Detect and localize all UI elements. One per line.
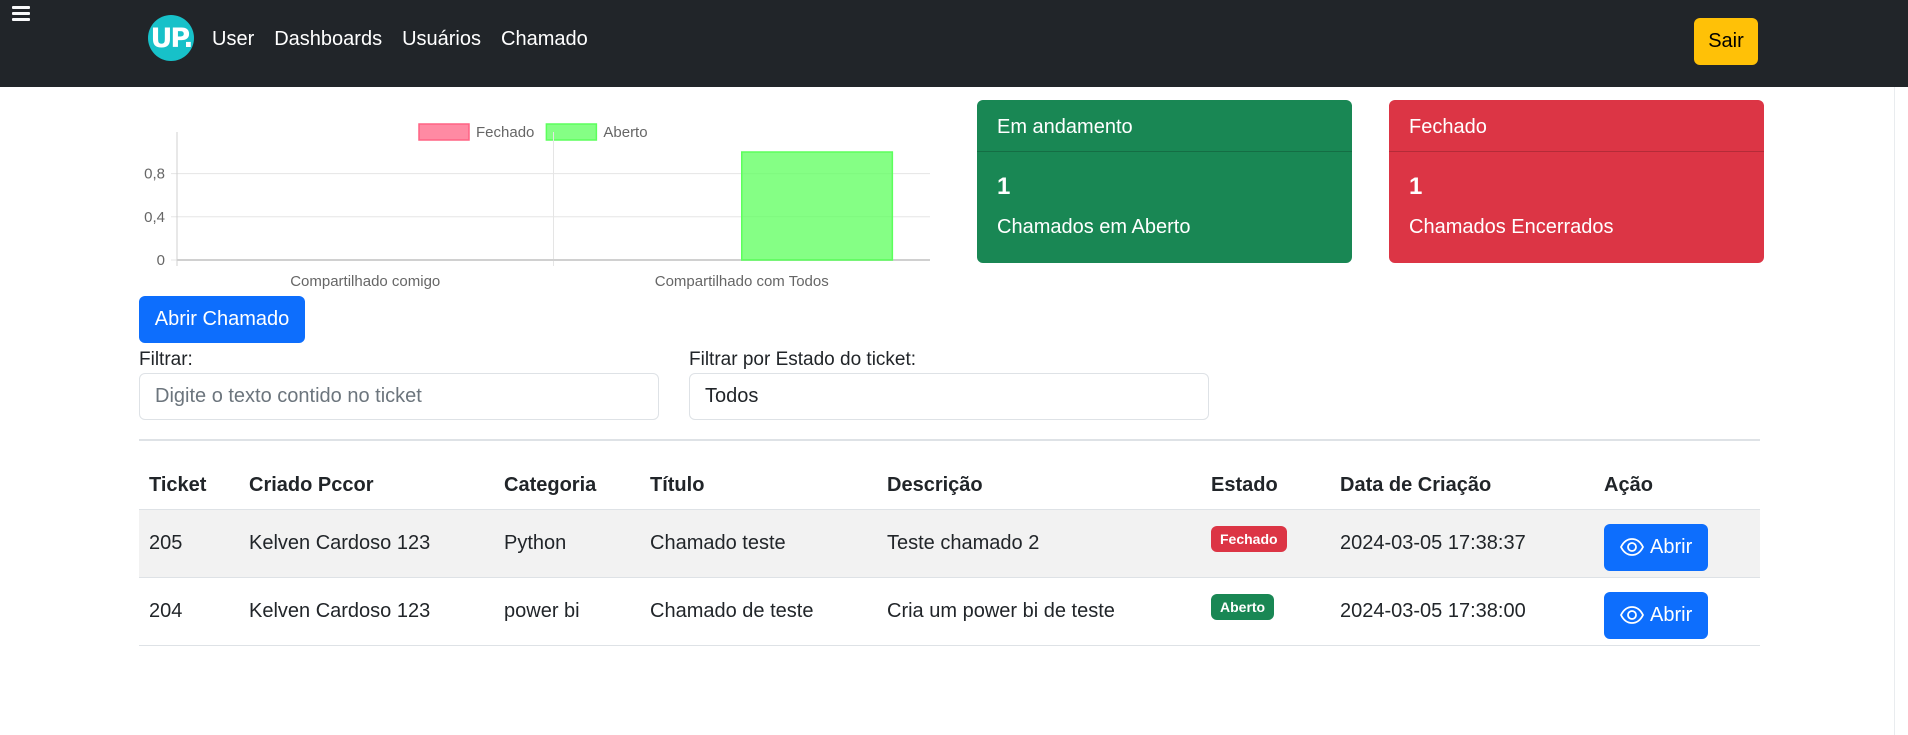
hamburger-menu-icon[interactable] xyxy=(12,6,30,24)
logout-button[interactable]: Sair xyxy=(1694,18,1758,65)
cell-created-by: Kelven Cardoso 123 xyxy=(239,577,494,646)
top-navbar: UP. User Dashboards Usuários Chamado Sai… xyxy=(0,0,1908,87)
th-date[interactable]: Data de Criação xyxy=(1330,463,1594,510)
chart-legend: Fechado Aberto xyxy=(418,123,648,141)
legend-swatch-0[interactable] xyxy=(418,123,470,141)
page-scrollbar[interactable] xyxy=(1894,87,1908,735)
nav-link-dashboards[interactable]: Dashboards xyxy=(274,28,382,51)
th-action: Ação xyxy=(1594,463,1760,510)
open-button-label: Abrir xyxy=(1650,603,1693,626)
y-tick-label-0: 0 xyxy=(157,252,165,269)
nav-link-usuarios[interactable]: Usuários xyxy=(402,28,481,51)
state-filter-value: Todos xyxy=(705,385,759,407)
legend-label-0[interactable]: Fechado xyxy=(476,124,534,141)
cell-description: Teste chamado 2 xyxy=(877,509,1201,578)
th-state[interactable]: Estado xyxy=(1201,463,1330,510)
state-filter-label: Filtrar por Estado do ticket: xyxy=(689,349,917,370)
cell-description: Cria um power bi de teste xyxy=(877,577,1201,646)
nav-link-user[interactable]: User xyxy=(212,28,254,51)
chart-labels: Compartilhado comigo Compartilhado com To… xyxy=(290,273,829,290)
bar-1-1[interactable] xyxy=(741,151,894,261)
card-in-progress-title: Em andamento xyxy=(977,100,1352,152)
cell-date: 2024-03-05 17:38:37 xyxy=(1330,509,1594,578)
card-closed-title: Fechado xyxy=(1389,100,1764,152)
th-description[interactable]: Descrição xyxy=(877,463,1201,510)
cell-date: 2024-03-05 17:38:00 xyxy=(1330,577,1594,646)
card-closed-text: Chamados Encerrados xyxy=(1409,216,1614,238)
cell-state: Fechado xyxy=(1201,509,1330,578)
card-closed-count: 1 xyxy=(1409,173,1423,200)
table-row[interactable]: 205 Kelven Cardoso 123 Python Chamado te… xyxy=(139,509,1760,578)
open-ticket-204-button[interactable]: Abrir xyxy=(1604,591,1709,639)
tickets-table: Ticket Criado Pccor Categoria Título Des… xyxy=(139,463,1760,646)
status-badge: Fechado xyxy=(1211,526,1287,552)
th-created-by[interactable]: Criado Pccor xyxy=(239,463,494,510)
th-ticket[interactable]: Ticket xyxy=(139,463,239,510)
th-category[interactable]: Categoria xyxy=(494,463,640,510)
eye-icon xyxy=(1620,606,1644,624)
cell-action: Abrir xyxy=(1594,509,1760,578)
cell-action: Abrir xyxy=(1594,577,1760,646)
y-tick-label-2: 0,8 xyxy=(144,166,165,183)
legend-label-1[interactable]: Aberto xyxy=(603,124,647,141)
status-badge: Aberto xyxy=(1211,594,1275,620)
table-row[interactable]: 204 Kelven Cardoso 123 power bi Chamado … xyxy=(139,577,1760,646)
cell-created-by: Kelven Cardoso 123 xyxy=(239,509,494,578)
cell-ticket: 205 xyxy=(139,509,239,578)
chart-svg: Fechado Aberto 0 0,4 0,8 Compartilhado comi… xyxy=(144,123,930,290)
nav-links: User Dashboards Usuários Chamado xyxy=(212,28,588,51)
cell-state: Aberto xyxy=(1201,577,1330,646)
card-closed: Fechado 1 Chamados Encerrados xyxy=(1389,100,1764,263)
up-logo[interactable]: UP. xyxy=(148,15,194,61)
card-in-progress: Em andamento 1 Chamados em Aberto xyxy=(977,100,1352,263)
cell-title: Chamado teste xyxy=(640,509,877,578)
section-divider xyxy=(139,439,1760,441)
y-tick-label-1: 0,4 xyxy=(144,209,165,226)
table-header-row: Ticket Criado Pccor Categoria Título Des… xyxy=(139,463,1760,510)
open-ticket-button[interactable]: Abrir Chamado xyxy=(139,296,305,343)
cell-category: power bi xyxy=(494,577,640,646)
card-in-progress-count: 1 xyxy=(997,173,1011,200)
open-ticket-205-button[interactable]: Abrir xyxy=(1604,523,1709,571)
cell-title: Chamado de teste xyxy=(640,577,877,646)
nav-link-chamado[interactable]: Chamado xyxy=(501,28,588,51)
cell-ticket: 204 xyxy=(139,577,239,646)
text-filter-label: Filtrar: xyxy=(139,349,193,370)
state-filter-select[interactable]: Todos xyxy=(689,373,1209,420)
cell-category: Python xyxy=(494,509,640,578)
open-button-label: Abrir xyxy=(1650,535,1693,558)
text-filter-input[interactable] xyxy=(139,373,659,420)
card-in-progress-text: Chamados em Aberto xyxy=(997,216,1191,238)
chart-bars xyxy=(741,151,894,261)
tickets-bar-chart: Fechado Aberto 0 0,4 0,8 Compartilhado comi… xyxy=(130,112,940,297)
x-tick-label-1: Compartilhado com Todos xyxy=(655,273,829,290)
x-tick-label-0: Compartilhado comigo xyxy=(290,273,440,290)
eye-icon xyxy=(1620,538,1644,556)
th-title[interactable]: Título xyxy=(640,463,877,510)
